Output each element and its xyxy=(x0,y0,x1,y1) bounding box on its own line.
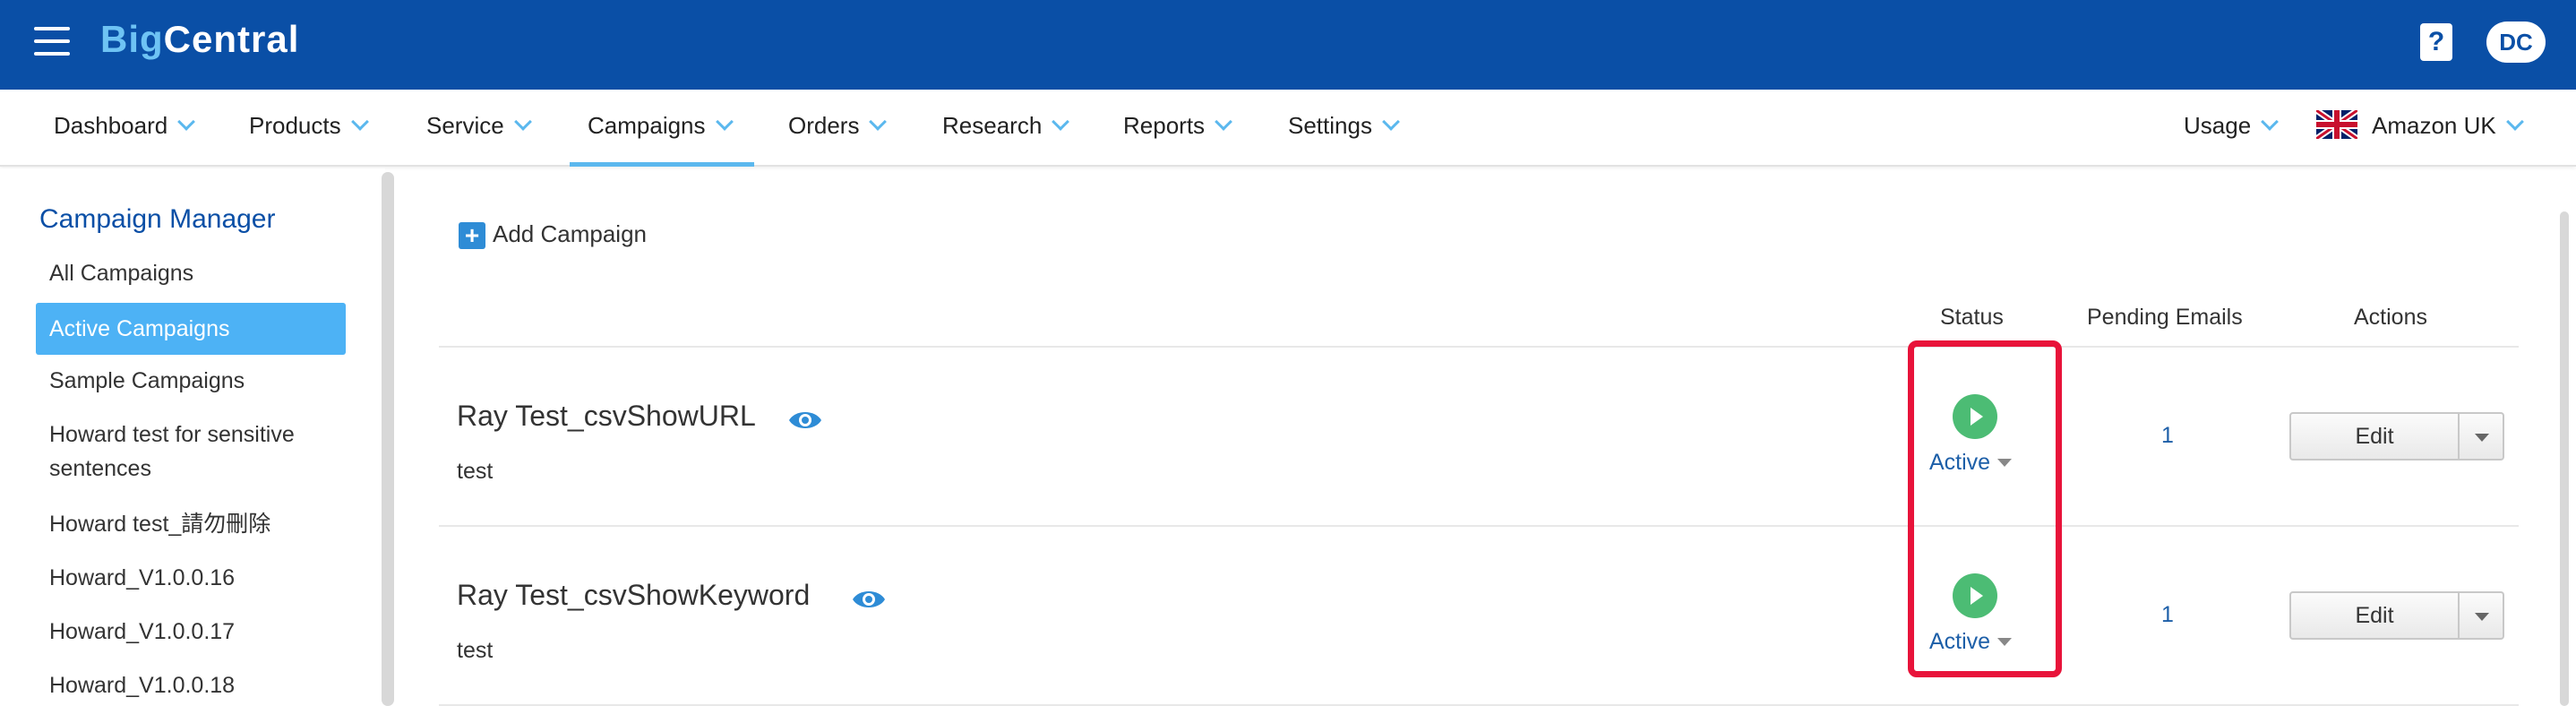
nav-campaigns[interactable]: Campaigns xyxy=(570,90,754,167)
sidebar-item-sample-campaigns[interactable]: Sample Campaigns xyxy=(36,364,346,398)
caret-down-icon xyxy=(1997,638,2013,646)
sidebar-item-howard-v17[interactable]: Howard_V1.0.0.17 xyxy=(36,615,346,649)
main-nav: Dashboard Products Service Campaigns Ord… xyxy=(0,90,2576,167)
eye-icon[interactable] xyxy=(852,588,886,611)
campaign-description: test xyxy=(457,638,494,663)
nav-settings[interactable]: Settings xyxy=(1288,90,1400,167)
edit-button[interactable]: Edit xyxy=(2289,591,2460,640)
actions-dropdown-toggle[interactable] xyxy=(2460,412,2504,461)
actions-dropdown-toggle[interactable] xyxy=(2460,591,2504,640)
top-bar: BigCentral ? DC xyxy=(0,0,2576,90)
status-highlight-box xyxy=(1908,340,2062,677)
chevron-down-icon xyxy=(177,113,196,131)
sidebar-item-howard-v16[interactable]: Howard_V1.0.0.16 xyxy=(36,561,346,595)
campaign-name[interactable]: Ray Test_csvShowKeyword xyxy=(457,579,810,612)
sidebar-item-howard-test[interactable]: Howard test_請勿刪除 xyxy=(36,507,346,541)
nav-dashboard[interactable]: Dashboard xyxy=(54,90,196,167)
help-icon[interactable]: ? xyxy=(2420,23,2452,61)
status-dropdown[interactable]: Active xyxy=(1929,629,2013,655)
marketplace-selector[interactable]: Amazon UK xyxy=(2316,90,2524,167)
play-icon[interactable] xyxy=(1953,573,1997,618)
sidebar-item-howard-sensitive[interactable]: Howard test for sensitive sentences xyxy=(36,418,340,486)
sidebar-item-active-campaigns[interactable]: Active Campaigns xyxy=(36,303,346,355)
sidebar-item-howard-v18[interactable]: Howard_V1.0.0.18 xyxy=(36,668,346,702)
column-header-status: Status xyxy=(1940,305,2004,330)
column-header-pending-emails: Pending Emails xyxy=(2087,305,2243,330)
plus-icon: + xyxy=(459,222,485,249)
table-divider xyxy=(439,346,2519,348)
chevron-down-icon xyxy=(869,113,888,131)
pending-emails-count[interactable]: 1 xyxy=(2141,602,2194,628)
campaign-name[interactable]: Ray Test_csvShowURL xyxy=(457,400,756,433)
edit-button[interactable]: Edit xyxy=(2289,412,2460,461)
chevron-down-icon xyxy=(1215,113,1232,131)
user-avatar[interactable]: DC xyxy=(2486,22,2546,63)
add-campaign-button[interactable]: + Add Campaign xyxy=(459,220,647,249)
nav-research[interactable]: Research xyxy=(942,90,1070,167)
pending-emails-count[interactable]: 1 xyxy=(2141,423,2194,449)
usage-menu[interactable]: Usage xyxy=(2184,90,2280,167)
logo-text-central: Central xyxy=(163,18,300,60)
column-header-actions: Actions xyxy=(2354,305,2427,330)
chevron-down-icon xyxy=(2261,113,2280,131)
menu-icon[interactable] xyxy=(34,27,70,56)
nav-orders[interactable]: Orders xyxy=(788,90,888,167)
sidebar-item-all-campaigns[interactable]: All Campaigns xyxy=(36,256,346,290)
chevron-down-icon xyxy=(513,113,532,131)
uk-flag-icon xyxy=(2316,110,2357,139)
sidebar-title: Campaign Manager xyxy=(39,204,276,234)
table-divider xyxy=(439,525,2519,527)
nav-reports[interactable]: Reports xyxy=(1123,90,1232,167)
chevron-down-icon xyxy=(715,113,734,131)
chevron-down-icon xyxy=(350,113,369,131)
campaign-description: test xyxy=(457,459,494,484)
chevron-down-icon xyxy=(1382,113,1400,131)
chevron-down-icon xyxy=(1052,113,1070,131)
nav-service[interactable]: Service xyxy=(426,90,532,167)
play-icon[interactable] xyxy=(1953,394,1997,439)
sidebar: Campaign Manager All Campaigns Active Ca… xyxy=(0,168,385,706)
main-scrollbar[interactable] xyxy=(2560,211,2569,706)
caret-down-icon xyxy=(1997,459,2013,467)
chevron-down-icon xyxy=(2505,113,2524,131)
logo-text-big: Big xyxy=(100,18,164,60)
sidebar-scrollbar[interactable] xyxy=(382,172,394,706)
eye-icon[interactable] xyxy=(788,409,822,432)
status-dropdown[interactable]: Active xyxy=(1929,450,2013,476)
app-logo[interactable]: BigCentral xyxy=(100,18,299,61)
nav-products[interactable]: Products xyxy=(249,90,369,167)
